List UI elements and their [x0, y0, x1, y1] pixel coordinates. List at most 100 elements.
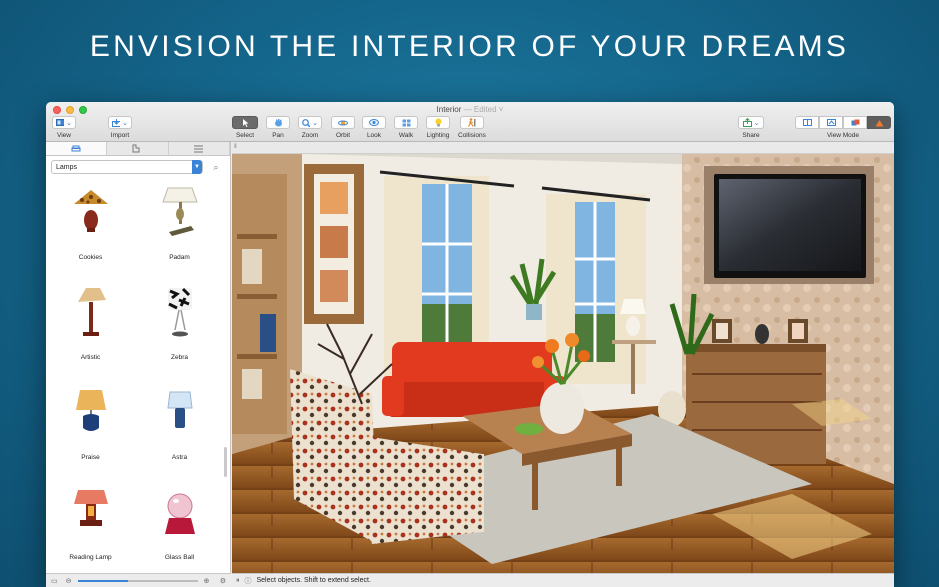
tab-furniture[interactable]	[46, 142, 108, 155]
chevron-down-icon: ▼	[192, 160, 202, 174]
orbit-label: Orbit	[335, 132, 351, 139]
headline: ENVISION THE INTERIOR OF YOUR DREAMS	[89, 30, 850, 63]
3d-viewport: ⦀ ⏸ ⓘ Select objects. Shift to extend se…	[232, 142, 894, 587]
library-item-label: Artistic	[80, 354, 101, 361]
view-mode-3d-button[interactable]	[843, 116, 867, 129]
gear-icon[interactable]: ⚙	[220, 577, 226, 585]
view-toolbar-item[interactable]: ⌄ View	[52, 116, 76, 139]
view-mode-toolbar-item: View Mode	[795, 116, 891, 139]
view-mode-split-button[interactable]	[819, 116, 843, 129]
look-label: Look	[366, 132, 382, 139]
pan-button[interactable]	[266, 116, 290, 129]
library-item-padam[interactable]: Padam	[135, 182, 224, 282]
cube-icon	[851, 119, 859, 125]
select-label: Select	[235, 132, 255, 139]
look-button[interactable]	[362, 116, 386, 129]
stairs-icon	[132, 144, 140, 153]
share-toolbar-item[interactable]: ⌄ Share	[738, 116, 764, 139]
living-room-render	[232, 154, 894, 573]
library-item-cookies[interactable]: Cookies	[46, 182, 135, 282]
floorplan-icon	[802, 119, 812, 126]
hand-icon	[274, 118, 282, 126]
library-item-glass-ball[interactable]: Glass Ball	[135, 482, 224, 582]
walk-tool[interactable]: Walk	[394, 116, 418, 139]
zoom-button[interactable]: ⌄	[298, 116, 322, 129]
tab-list[interactable]	[169, 142, 230, 155]
sidebar-scrollbar[interactable]	[224, 447, 227, 477]
library-item-label: Padam	[169, 254, 190, 261]
share-label: Share	[742, 132, 760, 139]
lighting-label: Lighting	[426, 132, 450, 139]
share-button[interactable]: ⌄	[738, 116, 764, 129]
lighting-button[interactable]	[426, 116, 450, 129]
collisions-tool[interactable]: Collisions	[458, 116, 486, 139]
pause-icon[interactable]: ⏸	[236, 577, 240, 585]
library-item-label: Cookies	[78, 254, 103, 261]
zoom-in-icon[interactable]: ⊕	[204, 577, 210, 585]
select-tool[interactable]: Select	[232, 116, 258, 139]
astra-lamp-image	[166, 391, 193, 428]
library-item-astra[interactable]: Astra	[135, 382, 224, 482]
praise-lamp-image	[75, 390, 106, 431]
import-icon	[112, 118, 121, 127]
view-label: View	[57, 132, 71, 139]
sidebar-bottom-bar: ▭ ⊖ ⊕ ⚙	[46, 573, 231, 587]
view-mode-segmented-control	[795, 116, 891, 129]
import-button[interactable]: ⌄	[108, 116, 132, 129]
category-select[interactable]: Lamps ▼	[51, 160, 203, 174]
house-icon	[875, 119, 883, 126]
artistic-lamp-image	[77, 288, 106, 336]
edited-indicator[interactable]: — Edited ˅	[464, 105, 504, 114]
zoom-out-icon[interactable]: ⊖	[66, 577, 72, 585]
view-icon	[56, 119, 65, 126]
walk-icon	[402, 119, 410, 126]
library-item-label: Astra	[171, 454, 188, 461]
category-value: Lamps	[56, 163, 78, 171]
library-item-reading-lamp[interactable]: Reading Lamp	[46, 482, 135, 582]
pan-tool[interactable]: Pan	[266, 116, 290, 139]
select-button[interactable]	[232, 116, 258, 129]
viewport-ruler: ⦀	[232, 142, 894, 154]
view-mode-2d-button[interactable]	[795, 116, 819, 129]
library-item-label: Reading Lamp	[69, 554, 112, 561]
collisions-label: Collisions	[458, 132, 486, 139]
view-mode-3d-only-button[interactable]	[867, 116, 891, 129]
toolbar: Interior — Edited ˅ ⌄ View ⌄ Import Sele…	[46, 102, 894, 142]
library-item-zebra[interactable]: Zebra	[135, 282, 224, 382]
zebra-lamp-image	[167, 287, 192, 337]
list-icon	[194, 145, 204, 152]
cookies-lamp-image	[73, 190, 108, 232]
zoom-label: Zoom	[301, 132, 319, 139]
orbit-tool[interactable]: Orbit	[331, 116, 355, 139]
collisions-button[interactable]	[459, 116, 484, 129]
library-item-praise[interactable]: Praise	[46, 382, 135, 482]
search-icon[interactable]: ⌕	[209, 160, 223, 174]
chevron-down-icon: ⌄	[753, 119, 760, 127]
walk-label: Walk	[398, 132, 414, 139]
walk-button[interactable]	[394, 116, 418, 129]
document-name: Interior	[436, 105, 462, 114]
category-bar: Lamps ▼ ⌕	[51, 160, 225, 174]
orbit-button[interactable]	[331, 116, 355, 129]
eye-icon	[369, 119, 379, 126]
tab-materials[interactable]	[107, 142, 169, 155]
view-mode-label: View Mode	[826, 132, 860, 139]
import-label: Import	[110, 132, 130, 139]
glass-ball-lamp-image	[164, 493, 195, 534]
cursor-icon	[242, 118, 248, 127]
zoom-icon	[302, 118, 311, 127]
library-item-artistic[interactable]: Artistic	[46, 282, 135, 382]
padam-lamp-image	[161, 187, 198, 236]
library-item-label: Zebra	[171, 354, 188, 361]
zoom-tool[interactable]: ⌄ Zoom	[298, 116, 322, 139]
share-icon	[742, 118, 752, 127]
import-toolbar-item[interactable]: ⌄ Import	[108, 116, 132, 139]
library-tabs	[46, 142, 230, 156]
3d-render-view[interactable]	[232, 154, 894, 573]
lighting-tool[interactable]: Lighting	[426, 116, 450, 139]
image-icon[interactable]: ▭	[51, 577, 58, 585]
view-button[interactable]: ⌄	[52, 116, 76, 129]
look-tool[interactable]: Look	[362, 116, 386, 139]
thumbnail-zoom-slider[interactable]	[77, 579, 198, 582]
status-bar: ⏸ ⓘ Select objects. Shift to extend sele…	[232, 573, 894, 587]
